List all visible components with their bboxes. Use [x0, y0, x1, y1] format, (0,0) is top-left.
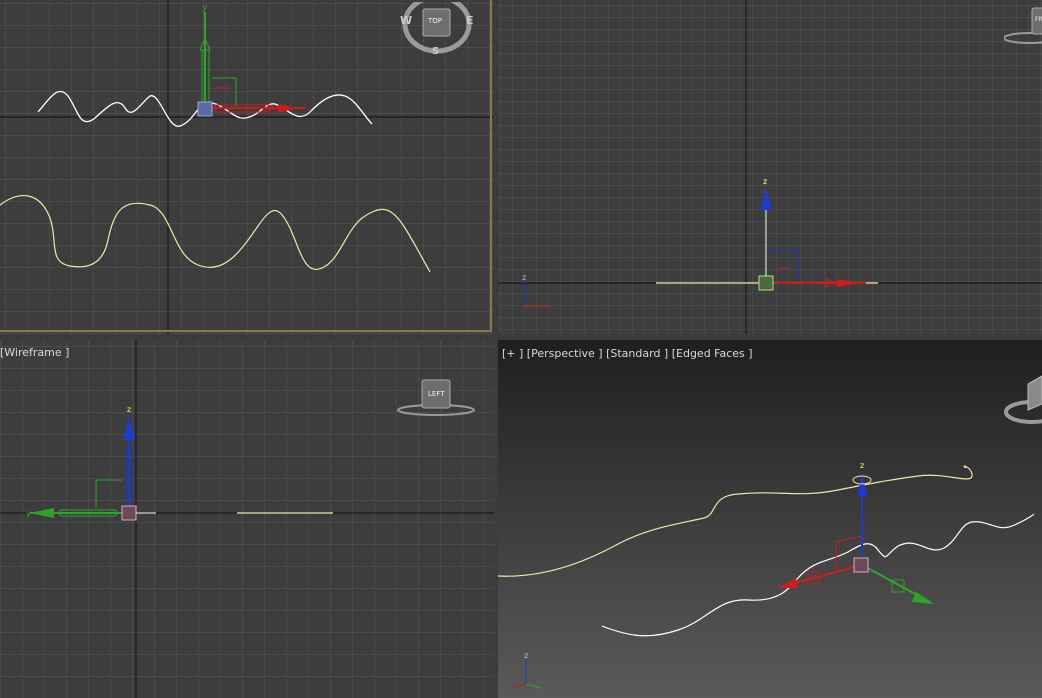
svg-text:y: y [26, 509, 31, 518]
viewport-shading-label[interactable]: [Standard ] [606, 347, 668, 360]
viewport-menu-plus[interactable]: [+ ] [502, 347, 523, 360]
active-viewport-border [0, 0, 492, 332]
viewcube-left[interactable]: LEFT [396, 378, 476, 418]
spline-persp-yellow [498, 465, 973, 577]
viewcube-face-label: FR [1035, 16, 1042, 23]
viewport-view-label[interactable]: [Perspective ] [527, 347, 603, 360]
viewport-front[interactable]: z z FR [498, 0, 1042, 334]
axis-tripod-perspective: z [511, 651, 541, 689]
viewcube-face-label: LEFT [428, 390, 445, 398]
wireframe-label[interactable]: [Wireframe ] [0, 346, 69, 359]
viewport-top[interactable]: y TOP W E S [0, 0, 494, 334]
gizmo-axis-label-persp: z [860, 461, 864, 470]
gizmo-axis-label-front: z [763, 177, 767, 186]
viewcube-front[interactable]: FR [1003, 4, 1042, 44]
viewport-label-perspective[interactable]: [+ ] [Perspective ] [Standard ] [Edged F… [502, 347, 753, 360]
spline-persp-white [601, 513, 1035, 637]
viewport-separator-vertical[interactable] [494, 0, 498, 698]
viewport-label-left[interactable]: [Wireframe ] [0, 346, 69, 359]
gizmo-axis-label-left: z [127, 405, 131, 414]
viewport-edged-faces-label[interactable]: [Edged Faces ] [672, 347, 753, 360]
svg-text:z: z [522, 273, 526, 282]
perspective-scene: z z [498, 461, 1035, 689]
svg-text:z: z [524, 651, 528, 660]
viewport-separator-horizontal[interactable] [0, 334, 1042, 340]
viewport-perspective[interactable]: z z [+ ] [Perspective ] [Standard ] [Edg… [498, 340, 1042, 698]
viewcube-perspective[interactable] [1002, 374, 1042, 428]
viewport-left[interactable]: z y [Wireframe ] LEFT [0, 340, 494, 698]
grid-front: z z [498, 0, 1042, 334]
